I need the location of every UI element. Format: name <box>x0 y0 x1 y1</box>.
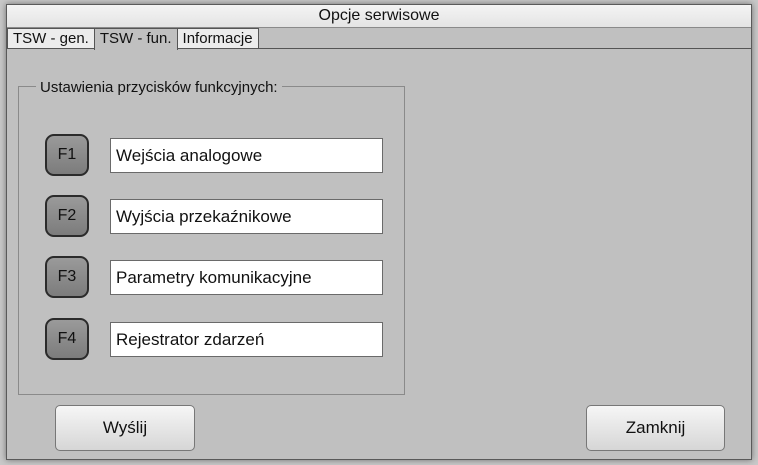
function-key-row-f4: F4 Rejestrator zdarzeń <box>45 318 383 360</box>
send-button[interactable]: Wyślij <box>55 405 195 451</box>
f1-function-field[interactable]: Wejścia analogowe <box>110 137 383 173</box>
groupbox-legend: Ustawienia przycisków funkcyjnych: <box>36 79 282 97</box>
f4-function-field[interactable]: Rejestrator zdarzeń <box>110 321 383 357</box>
close-button[interactable]: Zamknij <box>586 405 725 451</box>
f4-button[interactable]: F4 <box>45 318 89 360</box>
function-key-row-f3: F3 Parametry komunikacyjne <box>45 256 383 298</box>
f2-function-field[interactable]: Wyjścia przekaźnikowe <box>110 198 383 234</box>
tab-bar: TSW - gen. TSW - fun. Informacje <box>7 28 259 50</box>
tab-tsw-gen[interactable]: TSW - gen. <box>7 28 95 49</box>
f1-button[interactable]: F1 <box>45 134 89 176</box>
f3-button[interactable]: F3 <box>45 256 89 298</box>
window-title: Opcje serwisowe <box>7 5 751 28</box>
f2-button[interactable]: F2 <box>45 195 89 237</box>
function-key-row-f1: F1 Wejścia analogowe <box>45 134 383 176</box>
tab-informacje[interactable]: Informacje <box>176 28 259 49</box>
function-key-row-f2: F2 Wyjścia przekaźnikowe <box>45 195 383 237</box>
f3-function-field[interactable]: Parametry komunikacyjne <box>110 259 383 295</box>
tab-tsw-fun[interactable]: TSW - fun. <box>93 28 178 50</box>
